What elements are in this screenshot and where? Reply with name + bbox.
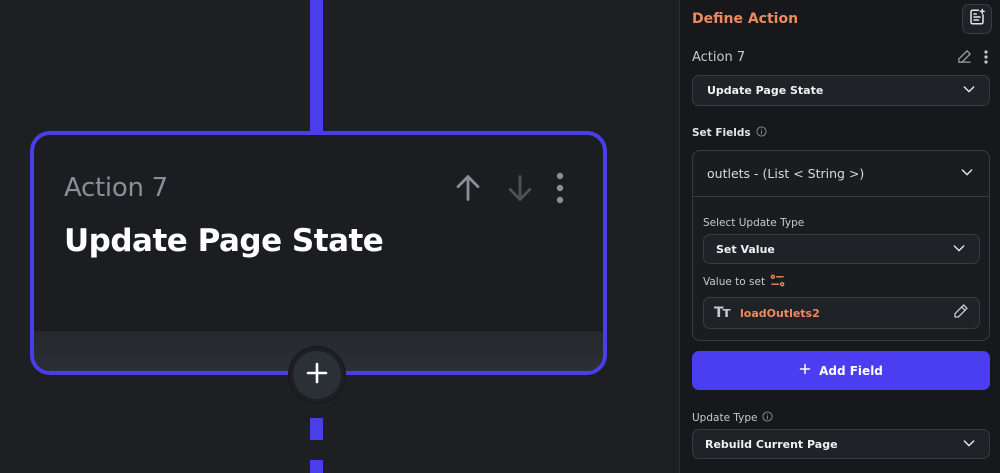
variable-icon[interactable] — [770, 274, 785, 290]
more-vertical-icon[interactable] — [555, 171, 565, 205]
plus-icon — [305, 361, 329, 389]
rebuild-type-label: Update Type — [692, 411, 774, 425]
more-vertical-icon[interactable] — [984, 49, 988, 68]
plus-icon — [799, 363, 811, 378]
field-name: outlets - (List < String >) — [707, 166, 865, 181]
pencil-icon[interactable] — [953, 303, 969, 323]
action-card[interactable]: Action 7 Update Page State — [30, 131, 607, 375]
chevron-down-icon — [961, 435, 977, 454]
chevron-down-icon — [959, 164, 975, 183]
info-icon[interactable] — [762, 411, 774, 425]
flow-canvas: Action 7 Update Page State — [0, 0, 679, 473]
action-name-label: Action 7 — [692, 50, 746, 65]
update-type-label: Select Update Type — [703, 217, 805, 229]
add-field-button[interactable]: Add Field — [692, 351, 990, 390]
value-to-set-value: loadOutlets2 — [740, 306, 820, 320]
arrow-down-icon[interactable] — [503, 171, 537, 205]
pencil-icon[interactable] — [957, 49, 972, 68]
add-action-button[interactable] — [289, 347, 345, 403]
rebuild-type-value: Rebuild Current Page — [705, 437, 838, 451]
panel-title: Define Action — [692, 11, 799, 27]
action-type-value: Update Page State — [707, 84, 824, 97]
chevron-down-icon — [961, 81, 977, 100]
action-card-subtitle: Action 7 — [64, 173, 168, 203]
set-fields-label: Set Fields — [692, 126, 767, 140]
update-type-value: Set Value — [716, 242, 775, 256]
action-card-title: Update Page State — [64, 223, 384, 259]
value-to-set-label: Value to set — [703, 274, 785, 290]
connector-line — [310, 0, 323, 136]
connector-dash — [310, 418, 323, 440]
value-to-set-text: Value to set — [703, 276, 766, 288]
field-selector[interactable]: outlets - (List < String >) — [693, 151, 989, 197]
action-card-controls — [451, 171, 565, 205]
arrow-up-icon[interactable] — [451, 171, 485, 205]
info-icon[interactable] — [756, 126, 767, 140]
update-type-select[interactable]: Set Value — [703, 234, 980, 264]
notes-add-icon — [968, 8, 986, 30]
define-action-panel: Define Action Action 7 Update Page State… — [679, 0, 1000, 473]
add-field-label: Add Field — [819, 363, 883, 378]
notes-add-button[interactable] — [962, 4, 992, 34]
action-name-controls — [957, 49, 988, 68]
field-config-box: outlets - (List < String >) Select Updat… — [692, 150, 990, 341]
action-type-select[interactable]: Update Page State — [692, 75, 990, 106]
text-type-icon: Tт — [714, 305, 731, 321]
set-fields-text: Set Fields — [692, 127, 751, 139]
chevron-down-icon — [951, 240, 967, 259]
rebuild-type-text: Update Type — [692, 412, 758, 424]
value-to-set-field[interactable]: Tт loadOutlets2 — [703, 297, 980, 329]
rebuild-type-select[interactable]: Rebuild Current Page — [692, 429, 990, 459]
connector-dash — [310, 460, 323, 473]
